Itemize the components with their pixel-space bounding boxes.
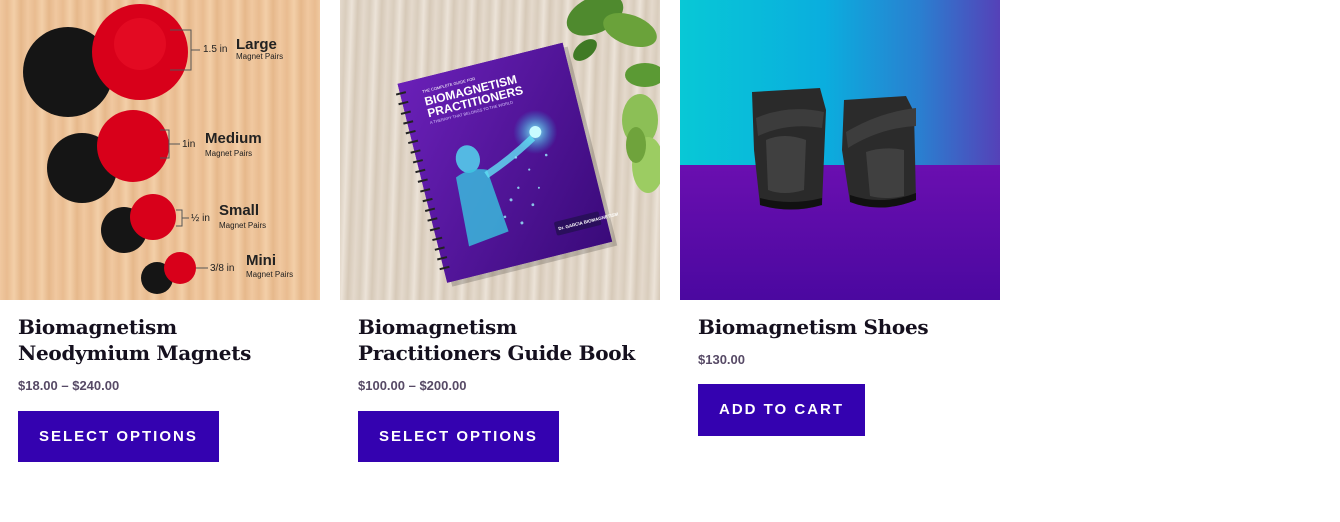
- product-title[interactable]: Biomagnetism Shoes: [698, 314, 982, 340]
- size-sub: Magnet Pairs: [236, 52, 283, 61]
- size-label: 1.5 in: [203, 44, 227, 55]
- shoes-illustration: [680, 0, 1000, 300]
- product-price: $100.00 – $200.00: [358, 378, 467, 393]
- product-image-guide-book[interactable]: THE COMPLETE GUIDE FOR BIOMAGNETISM PRAC…: [340, 0, 660, 300]
- size-sub: Magnet Pairs: [246, 270, 293, 279]
- product-card: THE COMPLETE GUIDE FOR BIOMAGNETISM PRAC…: [340, 0, 660, 462]
- product-image-magnets[interactable]: 1.5 in Large Magnet Pairs 1in Medium Mag…: [0, 0, 320, 300]
- size-sub: Magnet Pairs: [205, 149, 252, 158]
- magnet-red-mini: [164, 252, 196, 284]
- size-label: ½ in: [191, 213, 210, 224]
- size-name: Small: [219, 202, 259, 219]
- product-grid: 1.5 in Large Magnet Pairs 1in Medium Mag…: [0, 0, 1000, 462]
- select-options-button[interactable]: SELECT OPTIONS: [358, 411, 559, 462]
- product-info: Biomagnetism Neodymium Magnets $18.00 – …: [0, 314, 320, 462]
- product-price: $130.00: [698, 352, 745, 367]
- size-name: Large: [236, 36, 277, 53]
- size-sub: Magnet Pairs: [219, 221, 266, 230]
- product-info: Biomagnetism Practitioners Guide Book $1…: [340, 314, 660, 462]
- shoe-right: [842, 96, 916, 208]
- select-options-button[interactable]: SELECT OPTIONS: [18, 411, 219, 462]
- product-info: Biomagnetism Shoes $130.00 ADD TO CART: [680, 314, 1000, 436]
- product-image-shoes[interactable]: [680, 0, 1000, 300]
- size-label: 3/8 in: [210, 263, 234, 274]
- product-title[interactable]: Biomagnetism Neodymium Magnets: [18, 314, 302, 366]
- magnet-red-medium: [97, 110, 169, 182]
- guide-book: THE COMPLETE GUIDE FOR BIOMAGNETISM PRAC…: [395, 42, 619, 287]
- add-to-cart-button[interactable]: ADD TO CART: [698, 384, 866, 436]
- magnets-illustration: 1.5 in Large Magnet Pairs 1in Medium Mag…: [23, 4, 293, 294]
- size-name: Medium: [205, 130, 262, 147]
- shoe-left: [752, 88, 826, 210]
- product-card: 1.5 in Large Magnet Pairs 1in Medium Mag…: [0, 0, 320, 462]
- book-illustration: THE COMPLETE GUIDE FOR BIOMAGNETISM PRAC…: [395, 0, 660, 287]
- product-card: Biomagnetism Shoes $130.00 ADD TO CART: [680, 0, 1000, 462]
- size-name: Mini: [246, 252, 276, 269]
- magnet-red-small: [130, 194, 176, 240]
- size-label: 1in: [182, 139, 195, 150]
- product-price: $18.00 – $240.00: [18, 378, 120, 393]
- product-title[interactable]: Biomagnetism Practitioners Guide Book: [358, 314, 642, 366]
